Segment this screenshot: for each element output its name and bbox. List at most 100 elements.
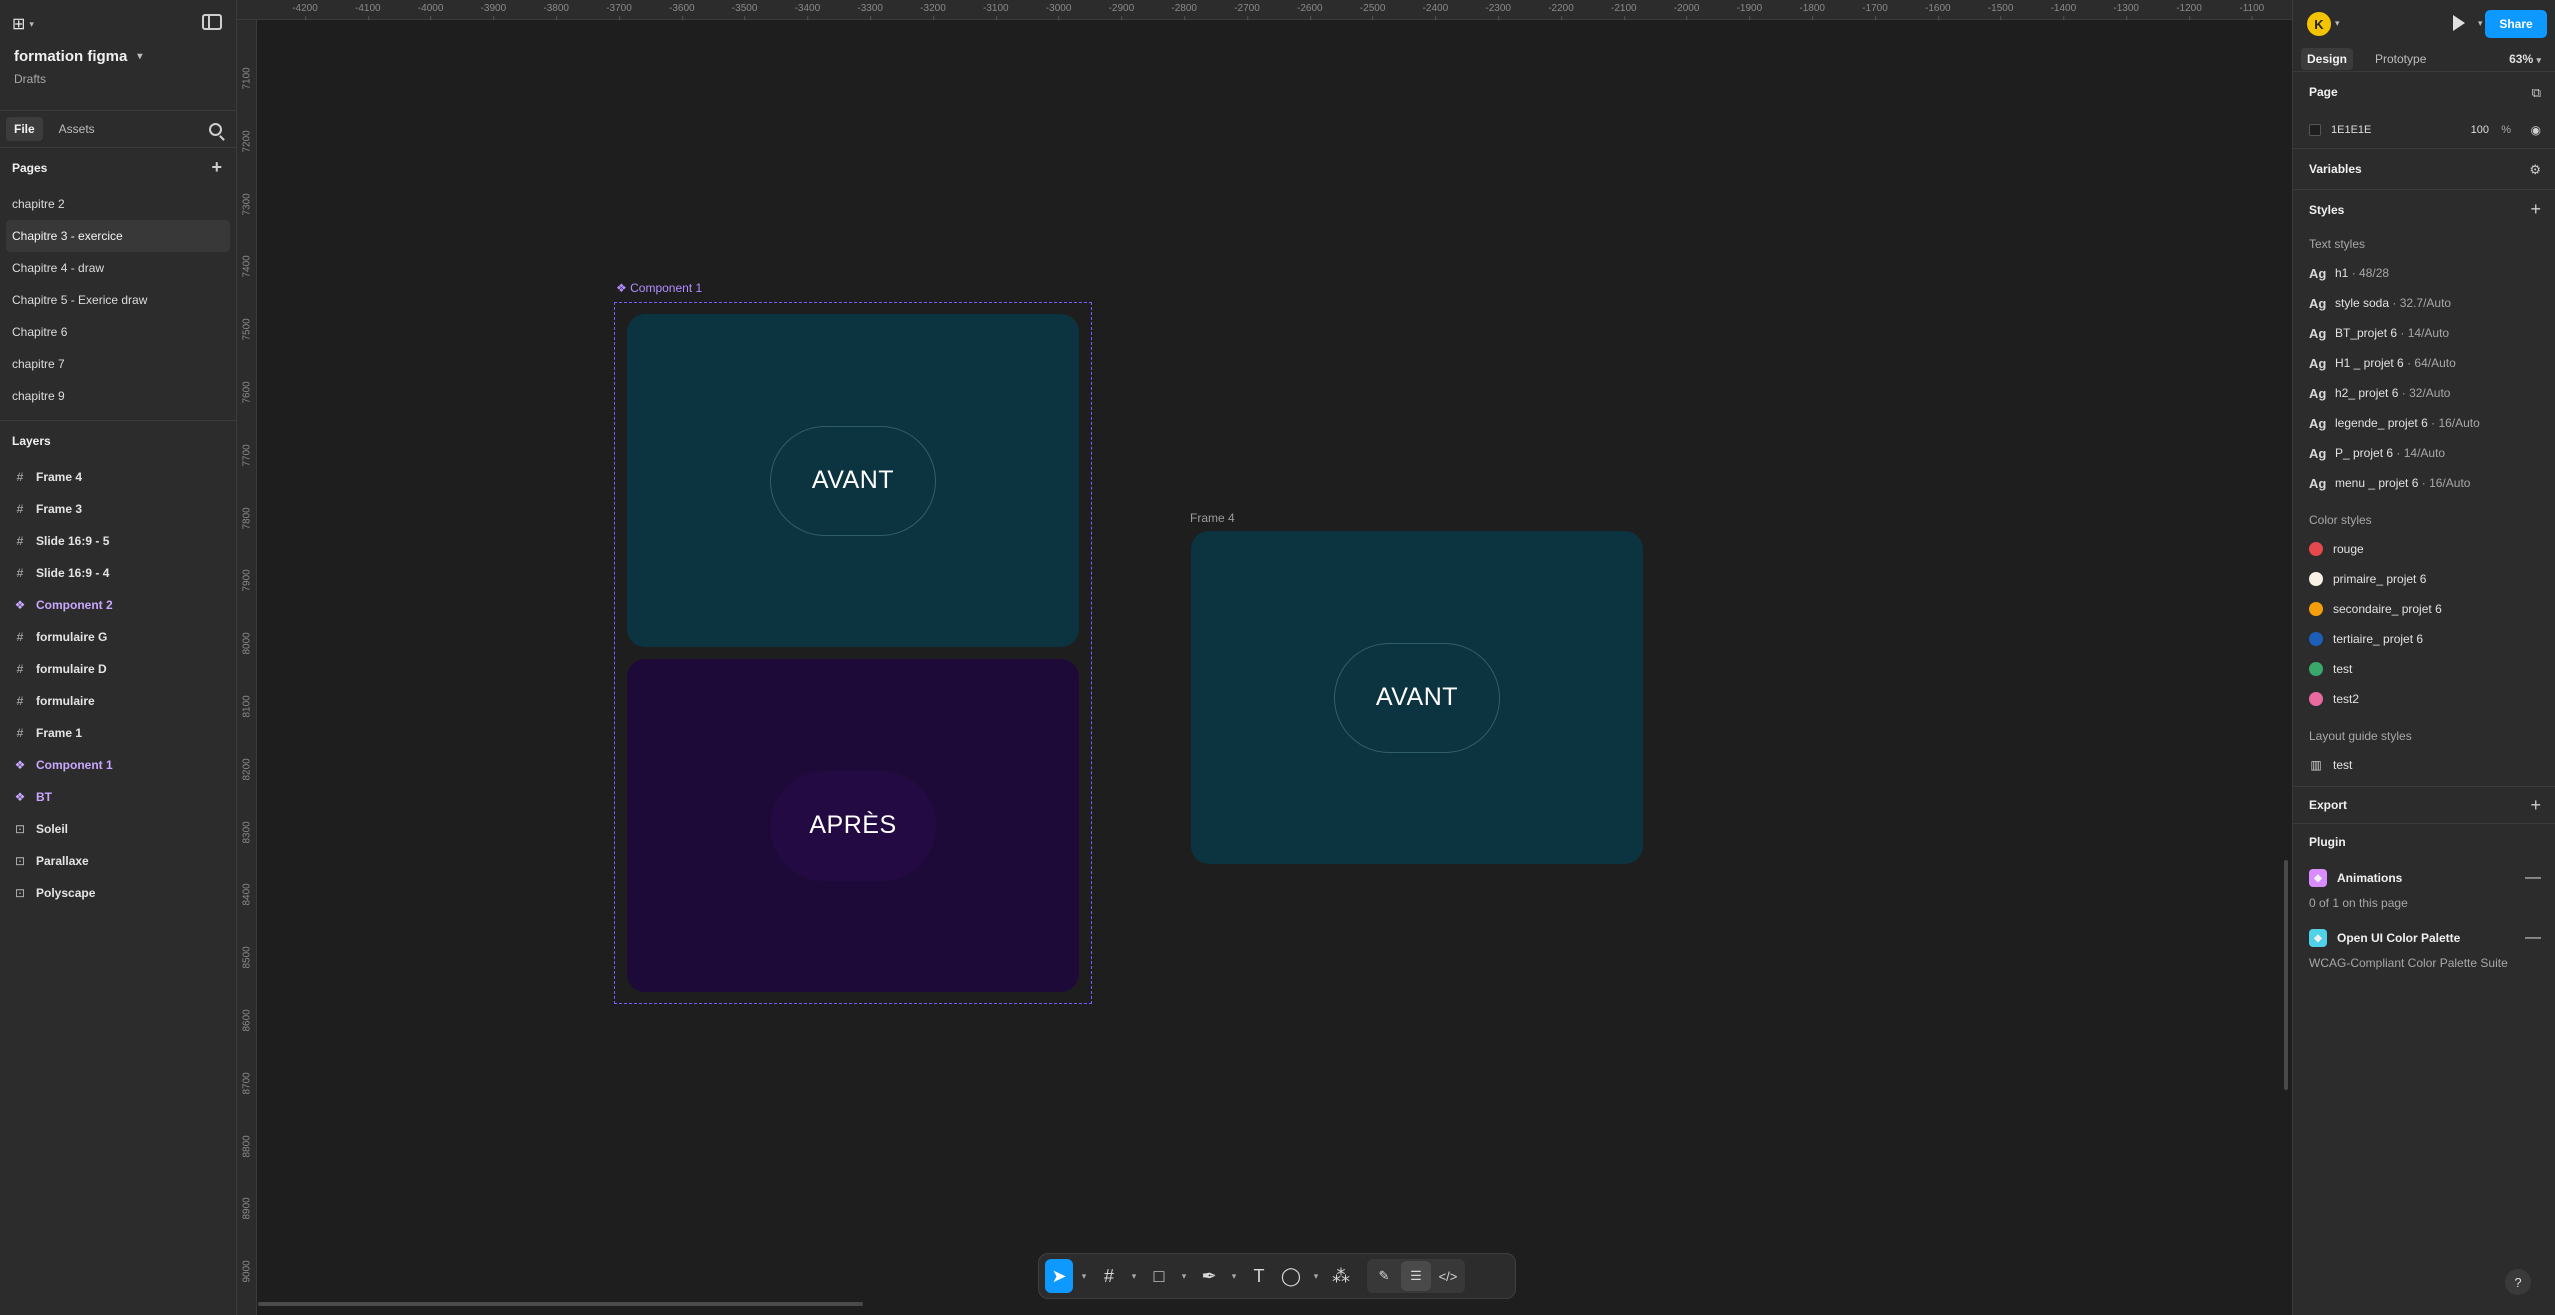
page-item[interactable]: Chapitre 6 <box>0 316 236 348</box>
add-style-icon[interactable]: + <box>2530 199 2541 220</box>
collapse-icon[interactable]: — <box>2525 929 2541 947</box>
color-style-item[interactable]: secondaire_ projet 6 <box>2293 594 2555 624</box>
frame-icon: # <box>16 470 24 484</box>
avant-button[interactable]: AVANT <box>770 425 936 536</box>
page-item[interactable]: chapitre 2 <box>0 188 236 220</box>
file-location[interactable]: Drafts <box>14 72 46 86</box>
eye-icon[interactable]: ◉ <box>2531 123 2541 137</box>
chevron-down-icon[interactable]: ▾ <box>1227 1259 1241 1293</box>
layer-row[interactable]: # Slide 16:9 - 5 <box>0 525 236 557</box>
layer-row[interactable]: ⊡ Polyscape <box>0 877 236 909</box>
text-icon[interactable]: T <box>1245 1259 1273 1293</box>
variant-avant[interactable]: AVANT <box>627 314 1079 647</box>
frame4-avant-button[interactable]: AVANT <box>1334 642 1500 753</box>
chevron-down-icon[interactable]: ▾ <box>2478 18 2483 29</box>
page-color-row[interactable]: 1E1E1E 100 % ◉ <box>2293 112 2555 148</box>
text-style-item[interactable]: Ag P_ projet 6 · 14/Auto <box>2293 438 2555 468</box>
layer-row[interactable]: # Frame 3 <box>0 493 236 525</box>
page-settings-icon[interactable]: ⧉ <box>2532 85 2541 101</box>
text-style-item[interactable]: Ag H1 _ projet 6 · 64/Auto <box>2293 348 2555 378</box>
plugin-item[interactable]: ◆ Animations — <box>2293 860 2555 896</box>
frame-4[interactable]: AVANT <box>1191 531 1643 864</box>
move-icon[interactable]: ➤ <box>1045 1259 1073 1293</box>
text-style-item[interactable]: Ag style soda · 32.7/Auto <box>2293 288 2555 318</box>
tab-design[interactable]: Design <box>2301 48 2354 70</box>
chevron-down-icon[interactable]: ▾ <box>1127 1259 1141 1293</box>
layer-row[interactable]: # formulaire D <box>0 653 236 685</box>
variables-title[interactable]: Variables <box>2293 149 2555 189</box>
draw-mode-icon[interactable]: ✎ <box>1369 1261 1399 1291</box>
apres-button[interactable]: APRÈS <box>770 770 936 881</box>
layer-row[interactable]: # Frame 1 <box>0 717 236 749</box>
page-opacity-unit: % <box>2501 124 2511 136</box>
color-style-item[interactable]: primaire_ projet 6 <box>2293 564 2555 594</box>
page-item[interactable]: Chapitre 5 - Exerice draw <box>0 284 236 316</box>
tab-assets[interactable]: Assets <box>51 117 103 141</box>
variables-settings-icon[interactable]: ⚙ <box>2529 162 2541 178</box>
rectangle-icon[interactable]: □ <box>1145 1259 1173 1293</box>
toggle-sidebar-icon[interactable] <box>202 14 222 30</box>
plugin-item[interactable]: ◆ Open UI Color Palette — <box>2293 920 2555 956</box>
color-style-item[interactable]: rouge <box>2293 534 2555 564</box>
text-style-icon: Ag <box>2309 355 2327 371</box>
mode-switch: ✎ ☰ </> <box>1367 1259 1465 1293</box>
tab-file[interactable]: File <box>6 117 43 141</box>
actions-icon[interactable]: ⁂ <box>1327 1259 1355 1293</box>
page-item[interactable]: Chapitre 4 - draw <box>0 252 236 284</box>
page-item[interactable]: chapitre 7 <box>0 348 236 380</box>
tab-prototype[interactable]: Prototype <box>2369 48 2432 70</box>
pen-icon[interactable]: ✒ <box>1195 1259 1223 1293</box>
avatar[interactable]: K <box>2307 12 2331 36</box>
color-style-item[interactable]: test2 <box>2293 684 2555 714</box>
main-menu-button[interactable]: ⊞ ▾ <box>12 14 44 34</box>
text-style-item[interactable]: Ag h2_ projet 6 · 32/Auto <box>2293 378 2555 408</box>
add-page-icon[interactable]: + <box>211 158 222 176</box>
text-style-item[interactable]: Ag menu _ projet 6 · 16/Auto <box>2293 468 2555 498</box>
chevron-down-icon[interactable]: ▾ <box>1309 1259 1323 1293</box>
add-export-icon[interactable]: + <box>2530 795 2541 816</box>
dev-mode-icon[interactable]: </> <box>1433 1261 1463 1291</box>
text-style-label: legende_ projet 6 · 16/Auto <box>2335 416 2480 430</box>
text-style-item[interactable]: Ag BT_projet 6 · 14/Auto <box>2293 318 2555 348</box>
file-name[interactable]: formation figma ▾ <box>14 48 142 65</box>
comment-icon[interactable]: ◯ <box>1277 1259 1305 1293</box>
layer-row[interactable]: ⊡ Soleil <box>0 813 236 845</box>
design-mode-icon[interactable]: ☰ <box>1401 1261 1431 1291</box>
page-color-swatch[interactable] <box>2309 124 2321 136</box>
layer-row[interactable]: # formulaire G <box>0 621 236 653</box>
color-style-item[interactable]: tertiaire_ projet 6 <box>2293 624 2555 654</box>
page-opacity-value[interactable]: 100 <box>2471 124 2489 136</box>
layer-row[interactable]: ❖ BT <box>0 781 236 813</box>
page-color-value[interactable]: 1E1E1E <box>2331 124 2371 136</box>
horizontal-scrollbar[interactable] <box>258 1302 863 1306</box>
zoom-dropdown[interactable]: 63% ▾ <box>2509 52 2541 66</box>
text-style-item[interactable]: Ag legende_ projet 6 · 16/Auto <box>2293 408 2555 438</box>
search-icon[interactable] <box>209 123 222 136</box>
layer-row[interactable]: # Frame 4 <box>0 461 236 493</box>
layer-row[interactable]: # Slide 16:9 - 4 <box>0 557 236 589</box>
page-item[interactable]: Chapitre 3 - exercice <box>6 220 230 252</box>
vertical-scrollbar[interactable] <box>2284 860 2288 1090</box>
layout-style-item[interactable]: ▥ test <box>2293 750 2555 780</box>
component-set-label[interactable]: ❖ Component 1 <box>616 281 702 295</box>
present-play-icon[interactable] <box>2453 15 2465 31</box>
frame4-label[interactable]: Frame 4 <box>1190 511 1235 525</box>
layer-row[interactable]: # formulaire <box>0 685 236 717</box>
frame-icon[interactable]: # <box>1095 1259 1123 1293</box>
canvas[interactable]: ❖ Component 1 AVANT APRÈS Frame 4 AVANT <box>258 21 2292 1315</box>
layer-row[interactable]: ❖ Component 2 <box>0 589 236 621</box>
text-style-item[interactable]: Ag h1 · 48/28 <box>2293 258 2555 288</box>
text-style-meta: 64/Auto <box>2414 356 2456 370</box>
variant-apres[interactable]: APRÈS <box>627 659 1079 992</box>
color-style-item[interactable]: test <box>2293 654 2555 684</box>
chevron-down-icon[interactable]: ▾ <box>1177 1259 1191 1293</box>
page-item[interactable]: chapitre 9 <box>0 380 236 412</box>
help-button[interactable]: ? <box>2505 1269 2531 1295</box>
chevron-down-icon[interactable]: ▾ <box>1077 1259 1091 1293</box>
share-button[interactable]: Share <box>2485 10 2547 38</box>
layer-row[interactable]: ⊡ Parallaxe <box>0 845 236 877</box>
layers-title: Layers <box>12 434 51 448</box>
layer-row[interactable]: ❖ Component 1 <box>0 749 236 781</box>
chevron-down-icon[interactable]: ▾ <box>2335 18 2340 29</box>
collapse-icon[interactable]: — <box>2525 869 2541 887</box>
